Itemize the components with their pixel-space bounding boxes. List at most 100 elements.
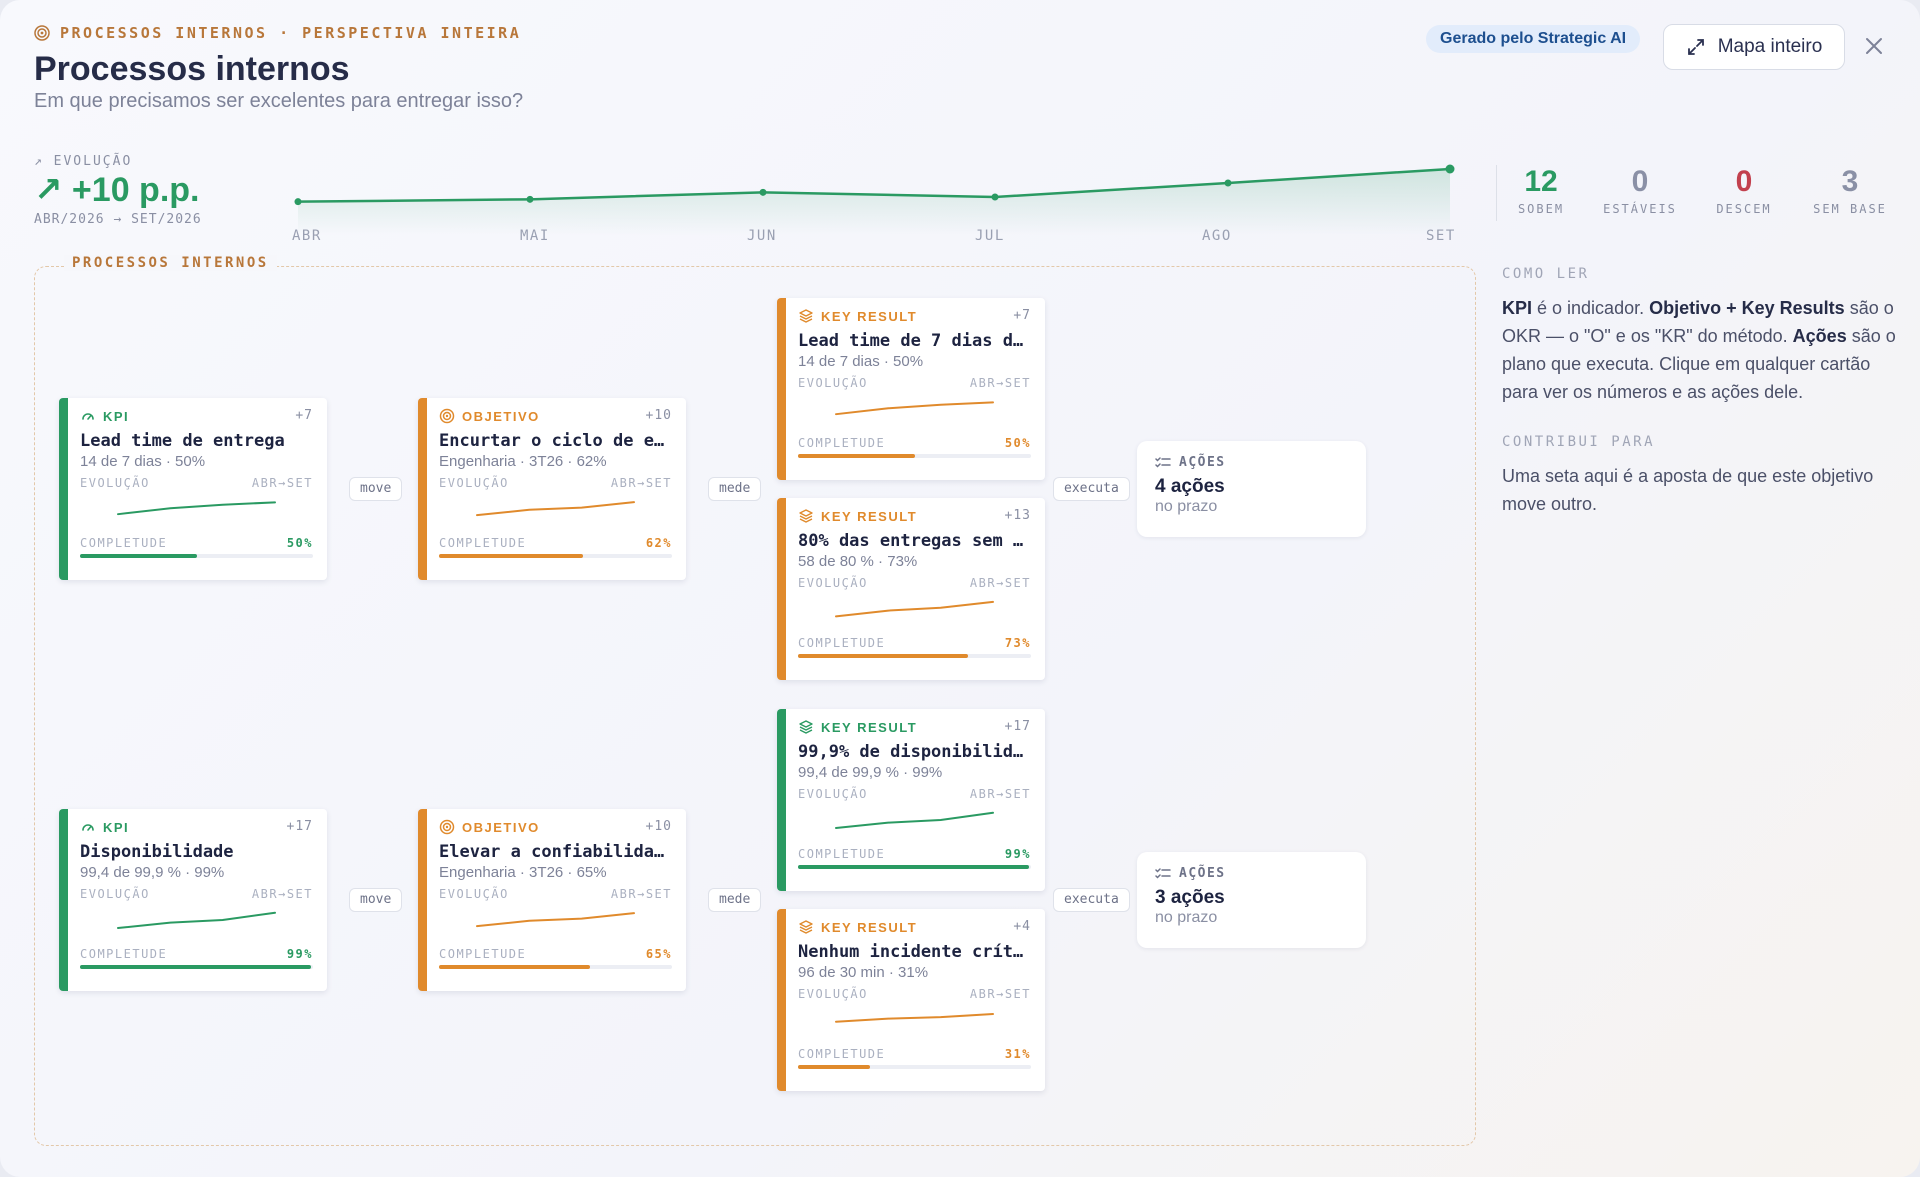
card-title: Lead time de entrega	[80, 431, 285, 451]
card-evolution-label: EVOLUÇÃO	[798, 376, 868, 390]
card-title: Nenhum incidente crít…	[798, 942, 1024, 962]
card-subtitle: 14 de 7 dias · 50%	[80, 453, 206, 470]
actions-label: AÇÕES	[1179, 455, 1226, 470]
kpi-card-availability[interactable]: KPI +17 Disponibilidade 99,4 de 99,9 % ·…	[59, 809, 327, 991]
objective-card-reliability[interactable]: OBJETIVO +10 Elevar a confiabilida… Enge…	[418, 809, 686, 991]
card-title: Encurtar o ciclo de e…	[439, 431, 665, 451]
connector-executa-1: executa	[1053, 477, 1130, 501]
card-progress-track	[798, 865, 1031, 869]
evolution-point	[991, 193, 999, 201]
card-evolution-range: ABR→SET	[610, 887, 672, 901]
card-progress-fill	[80, 554, 197, 558]
card-completeness-pct: 50%	[1004, 436, 1031, 450]
card-progress-track	[439, 965, 672, 969]
connector-executa-2: executa	[1053, 888, 1130, 912]
card-subtitle: 99,4 de 99,9 % · 99%	[798, 764, 943, 781]
card-type-label: OBJETIVO	[462, 408, 540, 424]
kpi-card-lead-time[interactable]: KPI +7 Lead time de entrega 14 de 7 dias…	[59, 398, 327, 580]
card-delta: +13	[1004, 508, 1031, 523]
target-icon	[439, 819, 455, 835]
card-evolution-header: EVOLUÇÃO ABR→SET	[798, 576, 1031, 590]
evolution-point	[526, 195, 534, 203]
card-delta: +17	[286, 819, 313, 834]
card-title: 80% das entregas sem …	[798, 531, 1024, 551]
layers-icon	[799, 920, 813, 934]
card-completeness-header: COMPLETUDE 31%	[798, 1047, 1031, 1061]
ai-badge: Gerado pelo Strategic AI	[1426, 25, 1641, 53]
card-type-label: KPI	[103, 408, 130, 424]
month-label: ABR	[292, 228, 322, 244]
card-accent-bar	[59, 398, 68, 580]
target-icon	[34, 25, 50, 41]
card-type-label: KEY RESULT	[821, 919, 918, 935]
objective-card-cycle[interactable]: OBJETIVO +10 Encurtar o ciclo de e… Enge…	[418, 398, 686, 580]
card-evolution-header: EVOLUÇÃO ABR→SET	[798, 787, 1031, 801]
month-label: AGO	[1202, 228, 1232, 244]
card-evolution-header: EVOLUÇÃO ABR→SET	[80, 476, 313, 490]
stat-stable-label: ESTÁVEIS	[1603, 202, 1677, 216]
card-completeness-label: COMPLETUDE	[80, 536, 168, 550]
card-type: KEY RESULT	[798, 308, 1031, 324]
card-delta: +4	[1013, 919, 1031, 934]
actions-card-2[interactable]: AÇÕES 3 ações no prazo	[1137, 852, 1366, 948]
key-result-card-lead-time[interactable]: KEY RESULT +7 Lead time de 7 dias d… 14 …	[777, 298, 1045, 480]
checklist-icon	[1155, 867, 1171, 879]
card-subtitle: 96 de 30 min · 31%	[798, 964, 929, 981]
card-sparkline-line	[117, 911, 276, 930]
card-completeness-pct: 99%	[286, 947, 313, 961]
evolution-point	[1445, 164, 1455, 174]
card-completeness-pct: 73%	[1004, 636, 1031, 650]
card-completeness-header: COMPLETUDE 65%	[439, 947, 672, 961]
card-delta: +10	[645, 408, 672, 423]
card-sparkline-line	[835, 600, 994, 618]
key-result-card-availability[interactable]: KEY RESULT +17 99,9% de disponibilid… 99…	[777, 709, 1045, 891]
evolution-point	[759, 188, 767, 196]
actions-card-1[interactable]: AÇÕES 4 ações no prazo	[1137, 441, 1366, 537]
card-progress-fill	[798, 654, 969, 658]
card-sparkline	[835, 401, 994, 416]
perspective-panel: PROCESSOS INTERNOS · PERSPECTIVA INTEIRA…	[0, 0, 1920, 1177]
card-progress-track	[80, 554, 313, 558]
connector-move-1: move	[349, 477, 403, 501]
card-sparkline	[117, 911, 276, 930]
card-completeness-label: COMPLETUDE	[798, 1047, 886, 1061]
card-completeness-header: COMPLETUDE 99%	[798, 847, 1031, 861]
connector-mede-2: mede	[708, 888, 762, 912]
card-delta: +17	[1004, 719, 1031, 734]
eyebrow: PROCESSOS INTERNOS · PERSPECTIVA INTEIRA	[34, 24, 521, 42]
card-completeness-pct: 99%	[1004, 847, 1031, 861]
stat-up-label: SOBEM	[1517, 202, 1565, 216]
card-completeness-header: COMPLETUDE 73%	[798, 636, 1031, 650]
key-result-card-incidents[interactable]: KEY RESULT +4 Nenhum incidente crít… 96 …	[777, 909, 1045, 1091]
card-title: Elevar a confiabilida…	[439, 842, 665, 862]
connector-move-2: move	[349, 888, 403, 912]
how-to-read-t1: é o indicador.	[1532, 298, 1650, 318]
month-label: JUN	[747, 228, 777, 244]
target-icon	[439, 408, 455, 424]
card-sparkline	[117, 501, 276, 516]
card-evolution-range: ABR→SET	[251, 476, 313, 490]
card-completeness-header: COMPLETUDE 62%	[439, 536, 672, 550]
stat-up-value: 12	[1524, 165, 1558, 198]
card-sparkline-line	[835, 1013, 994, 1023]
how-to-read-okr: Objetivo + Key Results	[1649, 298, 1845, 318]
card-type: KEY RESULT	[798, 508, 1031, 524]
close-button[interactable]	[1858, 30, 1890, 62]
card-body: KPI +17 Disponibilidade 99,4 de 99,9 % ·…	[80, 819, 313, 991]
card-accent-bar	[777, 498, 786, 680]
full-map-button[interactable]: Mapa inteiro	[1663, 24, 1845, 70]
gauge-icon	[82, 413, 94, 420]
key-result-card-deliveries[interactable]: KEY RESULT +13 80% das entregas sem … 58…	[777, 498, 1045, 680]
card-type-label: OBJETIVO	[462, 819, 540, 835]
card-progress-track	[798, 1065, 1031, 1069]
card-progress-fill	[439, 554, 584, 558]
card-body: OBJETIVO +10 Elevar a confiabilida… Enge…	[439, 819, 672, 991]
actions-count: 4 ações	[1155, 476, 1225, 497]
card-sparkline-line	[835, 401, 994, 416]
card-type: KEY RESULT	[798, 919, 1031, 935]
how-to-read-actions: Ações	[1792, 326, 1847, 346]
card-type-label: KPI	[103, 819, 130, 835]
card-body: OBJETIVO +10 Encurtar o ciclo de e… Enge…	[439, 408, 672, 580]
card-evolution-range: ABR→SET	[610, 476, 672, 490]
group-label: PROCESSOS INTERNOS	[64, 255, 277, 271]
